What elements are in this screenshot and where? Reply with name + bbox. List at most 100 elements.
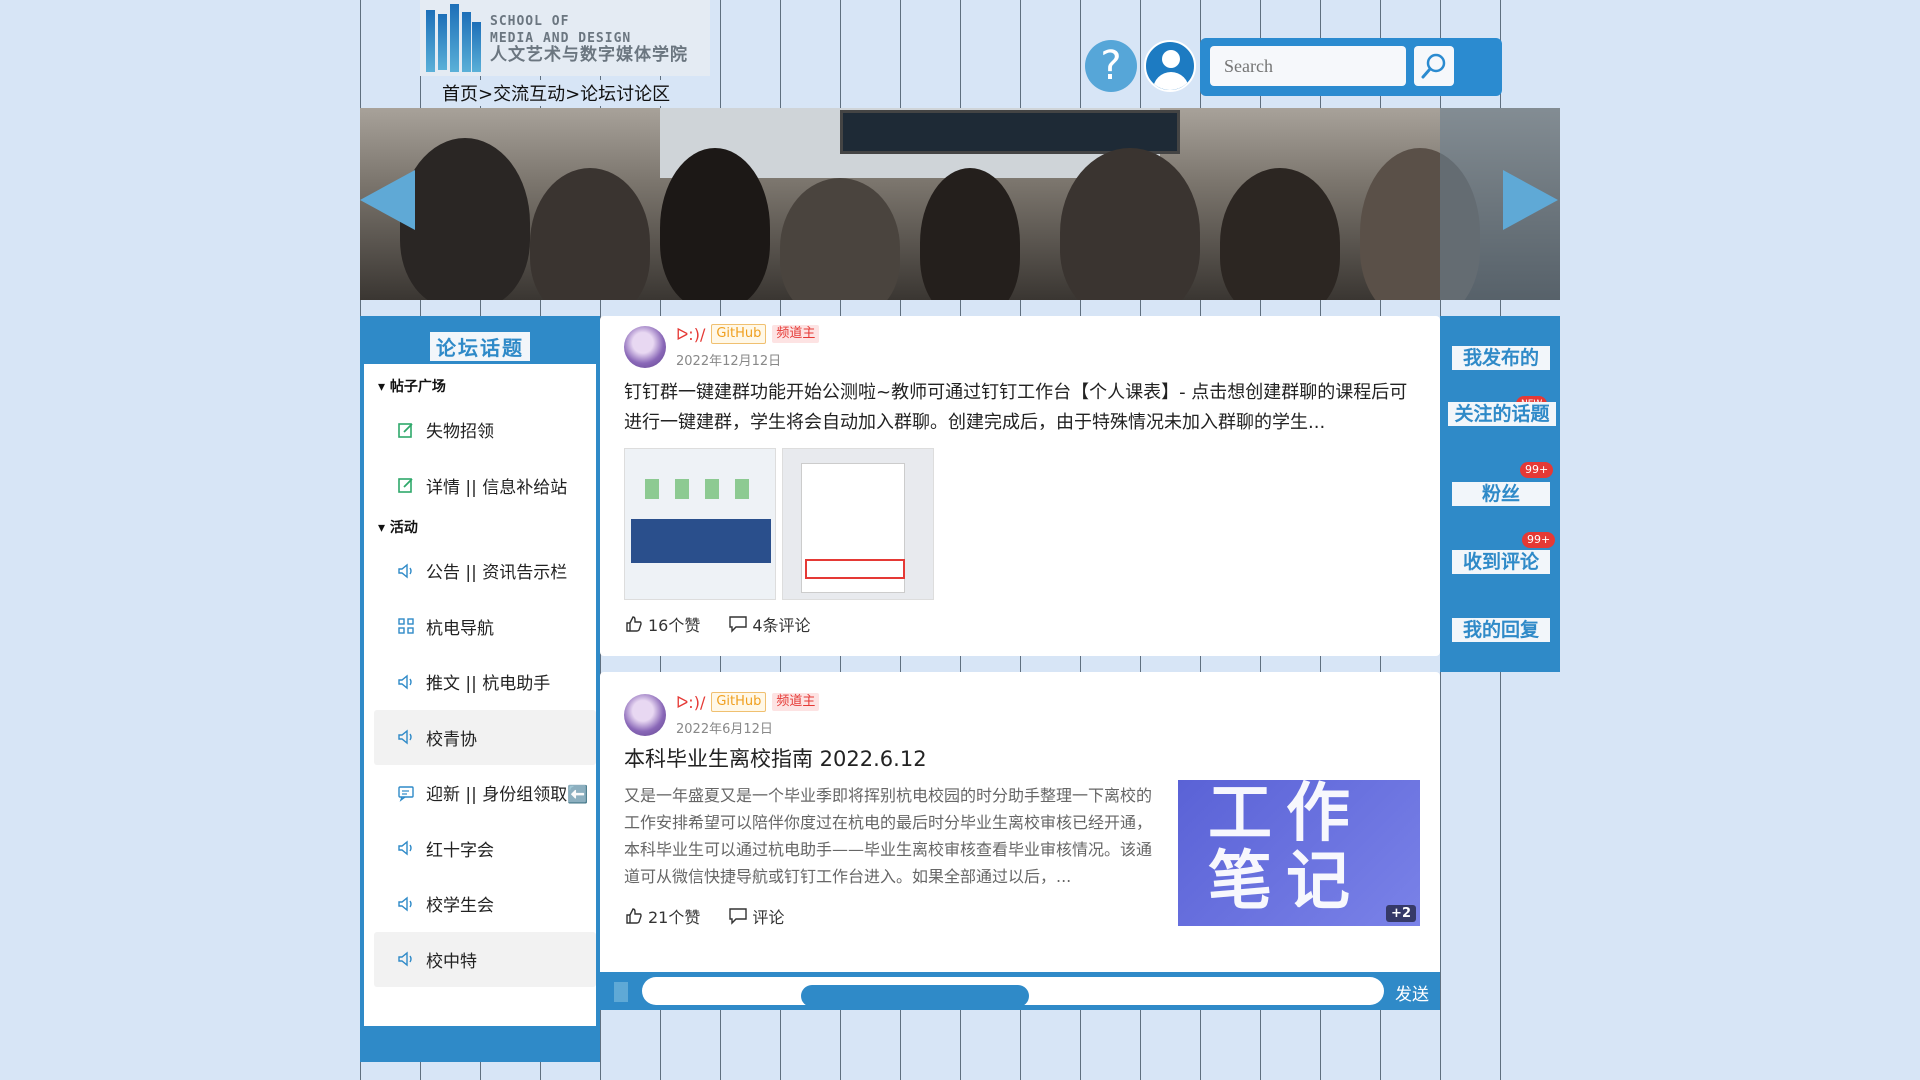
post-stats: 16个赞 4条评论 [624, 612, 811, 636]
emoji-icon[interactable] [614, 982, 628, 1002]
forum-page: SCHOOL OF MEDIA AND DESIGN 人文艺术与数字媒体学院 首… [360, 0, 1560, 1080]
thumbs-up-icon [626, 908, 642, 924]
sidebar-item-freshmen[interactable]: 迎新 || 身份组领取⬅️ [374, 765, 596, 821]
breadcrumb[interactable]: 首页>交流互动>论坛讨论区 [440, 80, 673, 106]
sidebar-item-label: 推文 || 杭电助手 [426, 674, 551, 695]
speaker-icon [396, 894, 416, 914]
post-text[interactable]: 钉钉群一键建群功能开始公测啦~教师可通过钉钉工作台【个人课表】- 点击想创建群聊… [624, 378, 1424, 438]
avatar[interactable] [624, 326, 666, 368]
author-name[interactable]: ᐅ:)/ [676, 325, 705, 344]
followers-link[interactable]: 粉丝 [1452, 482, 1550, 506]
image-caption: 工作笔记 [1208, 780, 1364, 919]
sidebar-item-xiaozhongte[interactable]: 校中特 [374, 931, 596, 987]
post-author-line: ᐅ:)/ GitHub 频道主 [676, 324, 820, 344]
send-button[interactable]: 发送 [1395, 980, 1429, 1005]
group-activities[interactable]: ▾ 活动 [364, 513, 596, 543]
speaker-icon [396, 949, 416, 969]
comment-icon [729, 908, 748, 925]
comment-count: 评论 [752, 908, 785, 927]
github-tag: GitHub [711, 692, 767, 712]
carousel-next-arrow-icon[interactable] [1503, 170, 1558, 230]
sidebar-item-student-union[interactable]: 校学生会 [374, 876, 596, 932]
my-replies-link[interactable]: 我的回复 [1452, 618, 1550, 642]
school-logo[interactable]: SCHOOL OF MEDIA AND DESIGN 人文艺术与数字媒体学院 [420, 0, 710, 76]
message-input[interactable] [642, 977, 1384, 1007]
logo-en-line2: MEDIA AND DESIGN [490, 30, 632, 46]
thumbs-up-icon [626, 616, 642, 632]
logo-cn: 人文艺术与数字媒体学院 [490, 44, 688, 65]
comment-button[interactable]: 4条评论 [728, 612, 811, 636]
like-count: 21个赞 [648, 908, 701, 927]
chat-icon [396, 783, 416, 803]
comments-badge: 99+ [1522, 532, 1556, 548]
group-posts-plaza[interactable]: ▾ 帖子广场 [364, 372, 596, 402]
post-text[interactable]: 又是一年盛夏又是一个毕业季即将挥别杭电校园的时分助手整理一下离校的工作安排希望可… [624, 782, 1154, 890]
received-comments-link[interactable]: 收到评论 [1452, 550, 1550, 574]
sidebar-title: 论坛话题 [430, 332, 530, 361]
my-posts-link[interactable]: 我发布的 [1452, 346, 1550, 370]
like-button[interactable]: 16个赞 [624, 612, 700, 636]
comment-count: 4条评论 [752, 616, 811, 635]
sidebar-item-volunteers[interactable]: 校青协 [374, 709, 596, 765]
sidebar-item-label: 杭电导航 [426, 618, 494, 639]
search-box [1200, 38, 1502, 96]
sidebar-item-label: 迎新 || 身份组领取⬅️ [426, 785, 589, 806]
speaker-icon [396, 838, 416, 858]
followed-topics-link[interactable]: 关注的话题 [1448, 402, 1556, 426]
speaker-icon [396, 672, 416, 692]
post-stats: 21个赞 评论 [624, 904, 784, 928]
speaker-icon [396, 727, 416, 747]
post-card[interactable]: ᐅ:)/ GitHub 频道主 2022年6月12日 本科毕业生离校指南 202… [600, 672, 1440, 980]
comment-button[interactable]: 评论 [728, 904, 784, 928]
speaker-icon [396, 561, 416, 581]
owner-tag: 频道主 [772, 325, 820, 343]
sidebar-item-label: 公告 || 资讯告示栏 [426, 563, 568, 584]
right-sidebar: 我发布的 NEW 关注的话题 99+ 粉丝 99+ 收到评论 我的回复 [1440, 316, 1560, 672]
sidebar-item-label: 详情 || 信息补给站 [426, 477, 568, 498]
like-button[interactable]: 21个赞 [624, 904, 700, 928]
help-icon[interactable]: ? [1085, 40, 1137, 92]
logo-en-line1: SCHOOL OF [490, 13, 570, 29]
post-date: 2022年12月12日 [676, 354, 782, 369]
edit-icon [396, 420, 416, 440]
search-icon [1421, 53, 1446, 79]
post-image[interactable]: 工作笔记 +2 [1178, 780, 1420, 926]
sidebar-item-info-station[interactable]: 详情 || 信息补给站 [374, 458, 596, 514]
banner-carousel[interactable] [360, 108, 1560, 300]
post-author-line: ᐅ:)/ GitHub 频道主 [676, 692, 820, 712]
composer-bar: 发送 [600, 972, 1440, 1010]
sidebar-item-label: 校青协 [426, 729, 477, 750]
sidebar-item-tweets[interactable]: 推文 || 杭电助手 [374, 654, 596, 710]
logo-mark-icon [420, 0, 482, 76]
post-image-1[interactable] [624, 448, 776, 600]
sidebar-item-label: 校学生会 [426, 896, 494, 917]
sidebar-item-lost-found[interactable]: 失物招领 [374, 402, 596, 458]
sidebar-item-red-cross[interactable]: 红十字会 [374, 821, 596, 877]
horizontal-scrollbar[interactable] [801, 985, 1029, 1007]
sidebar-item-label: 失物招领 [426, 422, 494, 443]
post-date: 2022年6月12日 [676, 722, 773, 737]
sidebar-panel: ▾ 帖子广场 失物招领 详情 || 信息补给站 ▾ 活动 公告 || 资讯告示栏… [364, 364, 596, 1026]
owner-tag: 频道主 [772, 693, 820, 711]
carousel-prev-arrow-icon[interactable] [360, 170, 415, 230]
author-name[interactable]: ᐅ:)/ [676, 693, 705, 712]
sidebar-item-announcements[interactable]: 公告 || 资讯告示栏 [374, 543, 596, 599]
more-images-badge: +2 [1386, 905, 1416, 922]
comment-icon [729, 616, 748, 633]
sidebar-item-label: 红十字会 [426, 840, 494, 861]
sidebar-item-navigation[interactable]: 杭电导航 [374, 599, 596, 655]
left-sidebar: 论坛话题 ▾ 帖子广场 失物招领 详情 || 信息补给站 ▾ 活动 公告 || … [360, 316, 600, 1062]
grid-icon [396, 616, 416, 636]
post-title[interactable]: 本科毕业生离校指南 2022.6.12 [624, 744, 927, 774]
search-button[interactable] [1414, 46, 1454, 86]
post-card[interactable]: ᐅ:)/ GitHub 频道主 2022年12月12日 钉钉群一键建群功能开始公… [600, 316, 1440, 656]
post-image-2[interactable] [782, 448, 934, 600]
like-count: 16个赞 [648, 616, 701, 635]
logo-text: SCHOOL OF MEDIA AND DESIGN 人文艺术与数字媒体学院 [490, 13, 688, 64]
user-avatar-icon[interactable] [1144, 40, 1196, 92]
avatar[interactable] [624, 694, 666, 736]
followers-badge: 99+ [1520, 462, 1554, 478]
edit-icon [396, 475, 416, 495]
github-tag: GitHub [711, 324, 767, 344]
search-input[interactable] [1210, 46, 1406, 86]
